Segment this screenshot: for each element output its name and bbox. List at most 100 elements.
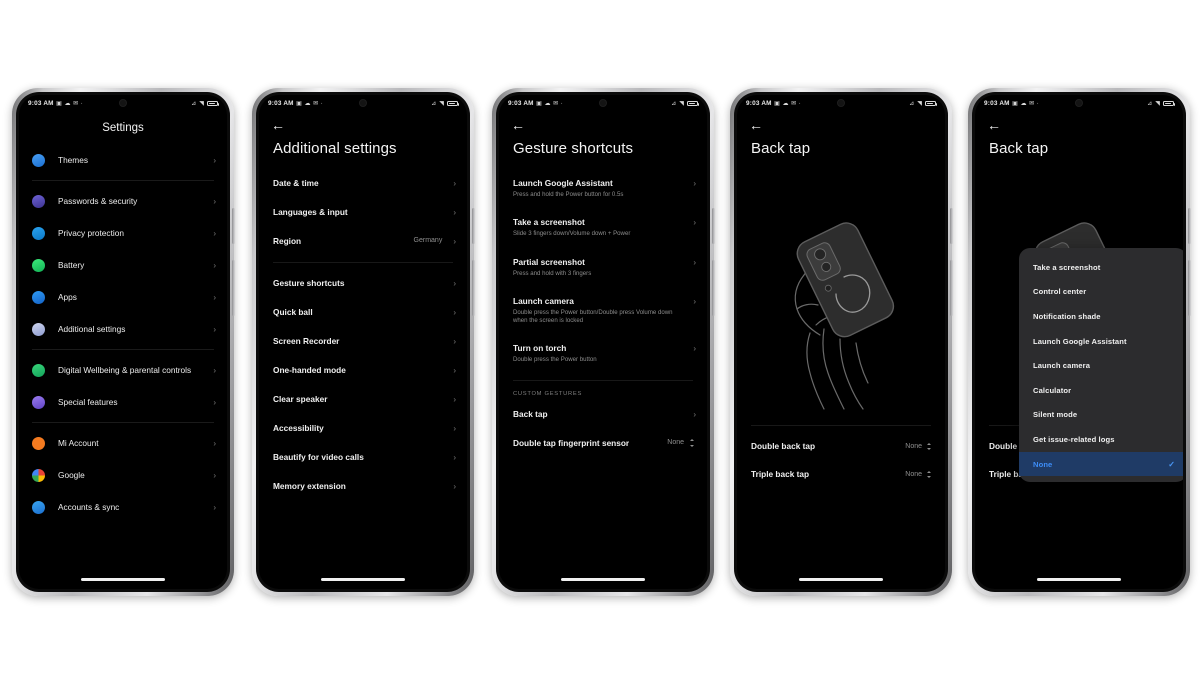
section-header-custom-gestures: CUSTOM GESTURES: [513, 390, 583, 397]
cloud-icon: ☁: [782, 100, 789, 107]
dropdown-option-launch-google-assistant[interactable]: Launch Google Assistant: [1019, 329, 1183, 354]
list-item-date-time[interactable]: Date & time ›: [259, 169, 467, 198]
special-features-icon: [32, 395, 45, 409]
gesture-bar[interactable]: [81, 578, 165, 581]
gesture-bar[interactable]: [321, 578, 405, 581]
list-item-partial-screenshot[interactable]: Partial screenshot Press and hold with 3…: [499, 248, 707, 287]
list-item-beautify-video-calls[interactable]: Beautify for video calls ›: [259, 443, 467, 472]
google-icon: [32, 468, 45, 482]
list-item-triple-back-tap[interactable]: Triple back tap None: [737, 460, 945, 488]
back-arrow-icon[interactable]: ←: [271, 118, 287, 134]
volume-button[interactable]: [232, 260, 235, 316]
back-arrow-icon[interactable]: ←: [749, 118, 765, 134]
volume-button[interactable]: [712, 260, 715, 316]
divider: [513, 379, 693, 381]
item-label: Accounts & sync: [58, 501, 120, 512]
list-item-one-handed-mode[interactable]: One-handed mode ›: [259, 356, 467, 385]
list-item-screen-recorder[interactable]: Screen Recorder ›: [259, 327, 467, 356]
option-label: Launch Google Assistant: [1033, 336, 1127, 346]
power-button[interactable]: [232, 208, 235, 244]
sidebar-item-themes[interactable]: Themes ›: [19, 144, 227, 176]
list-item-back-tap[interactable]: Back tap ›: [499, 400, 707, 429]
list-item-double-back-tap[interactable]: Double back tap None: [737, 432, 945, 460]
volume-button[interactable]: [950, 260, 953, 316]
dropdown-option-none[interactable]: None ✓: [1019, 451, 1183, 477]
list-item-memory-extension[interactable]: Memory extension ›: [259, 472, 467, 501]
notification-icon: ▣: [774, 100, 780, 107]
stepper-icon[interactable]: [926, 442, 933, 451]
phone-device-settings-home: 9:03 AM ▣ ☁ ✉ · ⊿ ◥ Settings Themes › Pa…: [12, 88, 235, 596]
sidebar-item-google[interactable]: Google ›: [19, 459, 227, 491]
phone-bezel: 9:03 AM ▣ ☁ ✉ · ⊿ ◥ Settings Themes › Pa…: [16, 92, 230, 592]
chevron-right-icon: ›: [453, 453, 456, 462]
list-item-region[interactable]: Region Germany ›: [259, 227, 467, 256]
item-label: Launch camera: [513, 295, 574, 306]
list-item-launch-camera[interactable]: Launch camera Double press the Power but…: [499, 287, 707, 335]
power-button[interactable]: [712, 208, 715, 244]
stepper-icon[interactable]: [926, 470, 933, 479]
status-bar: 9:03 AM ▣ ☁ ✉ · ⊿ ◥: [19, 95, 227, 112]
chevron-right-icon: ›: [453, 395, 456, 404]
chevron-right-icon: ›: [213, 260, 216, 270]
page-title: Back tap: [751, 140, 811, 157]
dropdown-option-notification-shade[interactable]: Notification shade: [1019, 304, 1183, 329]
stepper-icon[interactable]: [689, 439, 696, 448]
front-camera-punch-hole: [599, 99, 607, 107]
sidebar-item-special-features[interactable]: Special features ›: [19, 386, 227, 418]
list-item-turn-on-torch[interactable]: Turn on torch Double press the Power but…: [499, 334, 707, 373]
status-bar-right: ⊿ ◥: [191, 101, 219, 107]
gesture-bar[interactable]: [799, 578, 883, 581]
sidebar-item-battery[interactable]: Battery ›: [19, 249, 227, 281]
sidebar-item-privacy-protection[interactable]: Privacy protection ›: [19, 217, 227, 249]
dropdown-option-calculator[interactable]: Calculator: [1019, 378, 1183, 403]
list-item-quick-ball[interactable]: Quick ball ›: [259, 298, 467, 327]
item-label: Apps: [58, 291, 77, 302]
list-item-clear-speaker[interactable]: Clear speaker ›: [259, 385, 467, 414]
list-item-accessibility[interactable]: Accessibility ›: [259, 414, 467, 443]
dropdown-option-silent-mode[interactable]: Silent mode: [1019, 403, 1183, 428]
check-icon: ✓: [1168, 459, 1175, 469]
list-item-launch-google-assistant[interactable]: Launch Google Assistant Press and hold t…: [499, 169, 707, 208]
sidebar-item-additional-settings[interactable]: Additional settings ›: [19, 313, 227, 345]
more-icon: ·: [560, 100, 563, 107]
notification-icon: ▣: [296, 100, 302, 107]
wifi-icon: ◥: [439, 100, 444, 107]
back-tap-action-dropdown[interactable]: Take a screenshot Control center Notific…: [1019, 248, 1183, 483]
chevron-right-icon: ›: [693, 257, 696, 267]
dropdown-option-launch-camera[interactable]: Launch camera: [1019, 353, 1183, 378]
chevron-right-icon: ›: [693, 218, 696, 228]
power-button[interactable]: [1188, 208, 1191, 244]
power-button[interactable]: [472, 208, 475, 244]
item-subtitle: Slide 3 fingers down/Volume down + Power: [513, 230, 631, 238]
list-item-take-a-screenshot[interactable]: Take a screenshot Slide 3 fingers down/V…: [499, 208, 707, 247]
page-title: Additional settings: [273, 140, 397, 157]
sidebar-item-passwords-security[interactable]: Passwords & security ›: [19, 185, 227, 217]
chevron-right-icon: ›: [213, 365, 216, 375]
battery-icon: [687, 100, 699, 107]
mi-account-icon: [32, 436, 45, 450]
list-item-double-tap-fingerprint-sensor[interactable]: Double tap fingerprint sensor None: [499, 429, 707, 458]
item-label: Special features: [58, 396, 118, 407]
back-arrow-icon[interactable]: ←: [511, 118, 527, 134]
notification-icon: ▣: [56, 100, 62, 107]
list-item-languages-input[interactable]: Languages & input ›: [259, 198, 467, 227]
sidebar-item-digital-wellbeing[interactable]: Digital Wellbeing & parental controls ›: [19, 354, 227, 386]
sidebar-item-apps[interactable]: Apps ›: [19, 281, 227, 313]
phone-bezel: 9:03 AM ▣ ☁ ✉ · ⊿ ◥ ← Back tap: [734, 92, 948, 592]
dropdown-option-get-issue-related-logs[interactable]: Get issue-related logs: [1019, 427, 1183, 452]
volume-button[interactable]: [1188, 260, 1191, 316]
back-arrow-icon[interactable]: ←: [987, 118, 1003, 134]
item-label: One-handed mode: [273, 365, 346, 375]
dropdown-option-take-a-screenshot[interactable]: Take a screenshot: [1019, 255, 1183, 280]
power-button[interactable]: [950, 208, 953, 244]
page-title: Back tap: [989, 140, 1049, 157]
dropdown-option-control-center[interactable]: Control center: [1019, 280, 1183, 305]
sidebar-item-mi-account[interactable]: Mi Account ›: [19, 427, 227, 459]
sidebar-item-accounts-sync[interactable]: Accounts & sync ›: [19, 491, 227, 523]
status-time: 9:03 AM: [268, 100, 294, 107]
item-label: Mi Account: [58, 437, 99, 448]
gesture-bar[interactable]: [1037, 578, 1121, 581]
gesture-bar[interactable]: [561, 578, 645, 581]
list-item-gesture-shortcuts[interactable]: Gesture shortcuts ›: [259, 269, 467, 298]
volume-button[interactable]: [472, 260, 475, 316]
